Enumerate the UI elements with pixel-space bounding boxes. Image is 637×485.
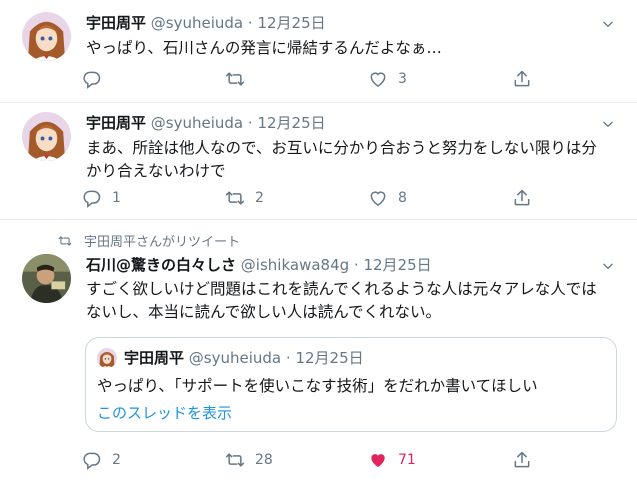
reply-button[interactable]: 1 [82, 186, 121, 210]
separator: · [243, 14, 258, 32]
like-icon [368, 69, 388, 89]
retweet-count: 2 [255, 190, 264, 206]
tweet-date[interactable]: 12月25日 [257, 14, 325, 32]
avatar[interactable] [22, 254, 71, 303]
retweet-button[interactable] [225, 67, 255, 91]
tweet-text: まあ、所詮は他人なので、お互いに分かり合おうと努力をしない限りは分 かり合えない… [86, 137, 597, 183]
separator: · [281, 349, 296, 367]
tweet-header: 宇田周平 @syuheiuda · 12月25日 [86, 113, 326, 133]
separator: · [243, 114, 258, 132]
retweet-count: 28 [255, 452, 273, 468]
retweet-icon [58, 234, 72, 248]
tweet-text: すごく欲しいけど問題はこれを読んでくれるような人は元々アレな人では ないし、本当… [86, 278, 597, 324]
avatar[interactable] [22, 12, 71, 61]
share-icon [512, 188, 532, 208]
retweet-icon [225, 450, 245, 470]
separator: · [349, 256, 364, 274]
user-name[interactable]: 宇田周平 [86, 114, 146, 132]
show-thread-link[interactable]: このスレッドを表示 [97, 402, 232, 424]
tweet-actions: 1 2 8 [82, 186, 542, 210]
caret-down-icon[interactable] [601, 117, 615, 131]
reply-icon [82, 69, 102, 89]
tweet-header: 石川@驚きの白々しさ @ishikawa84g · 12月25日 [86, 255, 432, 275]
tweet-text-line: やっぱり、石川さんの発言に帰結するんだよなぁ… [86, 39, 442, 57]
quoted-avatar [97, 348, 117, 368]
quoted-text: やっぱり、「サポートを使いこなす技術」をだれか書いてほしい [97, 377, 538, 395]
tweet-date[interactable]: 12月25日 [363, 256, 431, 274]
user-handle[interactable]: @syuheiuda [151, 114, 243, 132]
tweet-text-line: すごく欲しいけど問題はこれを読んでくれるような人は元々アレな人では [86, 280, 597, 298]
quoted-date: 12月25日 [295, 349, 364, 367]
avatar[interactable] [22, 112, 71, 161]
like-icon [368, 188, 388, 208]
retweet-note[interactable]: 宇田周平さんがリツイート [58, 231, 240, 250]
tweet-2[interactable]: 宇田周平 @syuheiuda · 12月25日 まあ、所詮は他人なので、お互い… [0, 103, 637, 220]
retweet-note-text: 宇田周平さんがリツイート [84, 235, 241, 250]
quoted-header: 宇田周平 @syuheiuda · 12月25日 [124, 348, 364, 368]
share-button[interactable] [512, 186, 532, 210]
like-button[interactable]: 8 [368, 186, 407, 210]
reply-button[interactable] [82, 67, 112, 91]
quoted-tweet[interactable]: 宇田周平 @syuheiuda · 12月25日 やっぱり、「サポートを使いこな… [85, 337, 617, 432]
tweet-actions: 3 [82, 67, 542, 91]
caret-down-icon[interactable] [601, 259, 615, 273]
tweet-date[interactable]: 12月25日 [257, 114, 325, 132]
like-button[interactable]: 71 [368, 448, 416, 472]
retweet-icon [225, 69, 245, 89]
reply-count: 1 [112, 190, 121, 206]
like-count: 71 [398, 452, 416, 468]
reply-button[interactable]: 2 [82, 448, 121, 472]
like-icon [368, 450, 388, 470]
share-button[interactable] [512, 448, 532, 472]
share-button[interactable] [512, 67, 532, 91]
tweet-actions: 2 28 71 [82, 448, 542, 472]
tweet-text-line: ないし、本当に読んで欲しい人は読んでくれない。 [86, 303, 441, 321]
like-button[interactable]: 3 [368, 67, 407, 91]
reply-count: 2 [112, 452, 121, 468]
retweet-button[interactable]: 2 [225, 186, 264, 210]
tweet-text-line: かり合えないわけで [86, 162, 226, 180]
reply-icon [82, 188, 102, 208]
user-handle[interactable]: @ishikawa84g [241, 256, 349, 274]
share-icon [512, 69, 532, 89]
retweet-button[interactable]: 28 [225, 448, 273, 472]
quoted-user-handle: @syuheiuda [188, 349, 282, 367]
reply-icon [82, 450, 102, 470]
tweet-text: やっぱり、石川さんの発言に帰結するんだよなぁ… [86, 37, 442, 60]
share-icon [512, 450, 532, 470]
tweet-1[interactable]: 宇田周平 @syuheiuda · 12月25日 やっぱり、石川さんの発言に帰結… [0, 0, 637, 103]
caret-down-icon[interactable] [601, 17, 615, 31]
user-handle[interactable]: @syuheiuda [151, 14, 243, 32]
tweet-header: 宇田周平 @syuheiuda · 12月25日 [86, 13, 326, 33]
retweet-icon [225, 188, 245, 208]
quoted-user-name: 宇田周平 [124, 349, 185, 367]
user-name[interactable]: 石川@驚きの白々しさ [86, 256, 236, 274]
user-name[interactable]: 宇田周平 [86, 14, 146, 32]
tweet-text-line: まあ、所詮は他人なので、お互いに分かり合おうと努力をしない限りは分 [86, 139, 597, 157]
like-count: 3 [398, 71, 407, 87]
like-count: 8 [398, 190, 407, 206]
